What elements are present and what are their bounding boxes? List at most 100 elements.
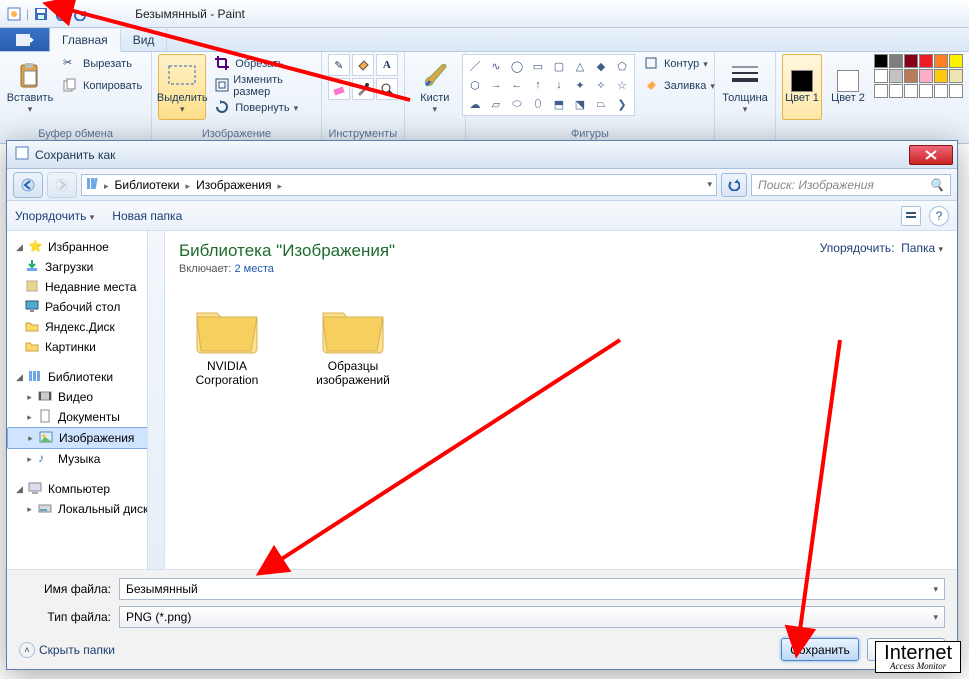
tree-documents[interactable]: ▸Документы <box>7 407 164 427</box>
tab-view[interactable]: Вид <box>121 28 168 51</box>
filetype-select[interactable]: PNG (*.png) ▾ <box>119 606 945 628</box>
shape-fill-button[interactable]: Заливка▾ <box>641 76 718 96</box>
images-icon <box>39 430 55 446</box>
tree-pictures-fav[interactable]: Картинки <box>7 337 164 357</box>
pencil-tool[interactable]: ✎ <box>328 54 350 76</box>
shape-outline-button[interactable]: Контур▾ <box>641 54 718 74</box>
color1-button[interactable]: Цвет 1 <box>782 54 822 120</box>
cut-button[interactable]: ✂Вырезать <box>60 54 145 74</box>
sort-control[interactable]: Упорядочить: Папка ▾ <box>820 241 943 255</box>
fill-tool[interactable] <box>352 54 374 76</box>
filename-value: Безымянный <box>126 582 198 596</box>
app-menu-button[interactable] <box>0 28 50 51</box>
includes-link[interactable]: 2 места <box>234 263 273 275</box>
tree-localdisk[interactable]: ▸Локальный диск <box>7 499 164 519</box>
crop-label: Обрезать <box>235 58 284 70</box>
desktop-icon <box>25 299 41 315</box>
nav-forward-button[interactable] <box>47 172 77 198</box>
thickness-button[interactable]: Толщина ▾ <box>721 54 769 120</box>
color1-swatch <box>791 70 813 92</box>
window-title: Безымянный - Paint <box>135 7 245 21</box>
select-icon <box>166 60 198 92</box>
zoom-tool[interactable] <box>376 78 398 100</box>
libraries-icon <box>28 369 44 385</box>
search-placeholder: Поиск: Изображения <box>758 178 874 192</box>
crumb-images[interactable]: Изображения <box>192 178 275 192</box>
hide-folders-link[interactable]: ˄ Скрыть папки <box>19 642 115 658</box>
folder-icon <box>317 299 389 355</box>
dialog-toolbar: Упорядочить ▾ Новая папка ? <box>7 201 957 231</box>
folder-item[interactable]: Образцы изображений <box>305 299 401 387</box>
new-folder-button[interactable]: Новая папка <box>112 209 182 223</box>
chevron-down-icon[interactable]: ▾ <box>933 612 938 623</box>
tree-music[interactable]: ▸♪Музыка <box>7 449 164 469</box>
save-button[interactable]: Сохранить <box>781 638 859 661</box>
search-icon: 🔍 <box>929 178 944 192</box>
star-icon: ⭐ <box>28 239 44 255</box>
save-icon[interactable] <box>33 6 49 22</box>
eraser-tool[interactable] <box>328 78 350 100</box>
brushes-button[interactable]: Кисти ▾ <box>411 54 459 120</box>
music-icon: ♪ <box>38 451 54 467</box>
shape-gallery[interactable]: ／∿◯▭▢△◆⬠ ⬡→←↑↓✦✧☆ ☁▱⬭⬯⬒⬔⏢❯ <box>462 54 635 116</box>
text-tool[interactable]: A <box>376 54 398 76</box>
crumb-libraries[interactable]: Библиотеки <box>111 178 184 192</box>
undo-icon[interactable] <box>53 6 69 22</box>
ribbon-group-shapes: ／∿◯▭▢△◆⬠ ⬡→←↑↓✦✧☆ ☁▱⬭⬯⬒⬔⏢❯ Контур▾ Залив… <box>466 52 715 143</box>
paste-button[interactable]: Вставить ▾ <box>6 54 54 120</box>
tree-downloads[interactable]: Загрузки <box>7 257 164 277</box>
folder-icon <box>191 299 263 355</box>
tree-computer[interactable]: ◢Компьютер <box>7 479 164 499</box>
filename-label: Имя файла: <box>19 582 119 596</box>
refresh-button[interactable] <box>721 173 747 197</box>
filename-input[interactable]: Безымянный ▾ <box>119 578 945 600</box>
tree-favorites[interactable]: ◢⭐Избранное <box>7 237 164 257</box>
tree-recent[interactable]: Недавние места <box>7 277 164 297</box>
folder-item[interactable]: NVIDIA Corporation <box>179 299 275 387</box>
watermark-line2: Access Monitor <box>884 662 952 670</box>
copy-button[interactable]: Копировать <box>60 76 145 96</box>
select-label: Выделить <box>157 92 208 104</box>
color2-button[interactable]: Цвет 2 <box>828 54 868 120</box>
organize-button[interactable]: Упорядочить ▾ <box>15 209 94 223</box>
rotate-button[interactable]: Повернуть▾ <box>212 98 315 118</box>
addr-dropdown[interactable]: ▾ <box>707 179 712 190</box>
color1-label: Цвет 1 <box>785 92 819 104</box>
view-button[interactable] <box>901 206 921 226</box>
ribbon-group-colors: Цвет 1 Цвет 2 <box>776 52 969 143</box>
tree-yadisk[interactable]: Яндекс.Диск <box>7 317 164 337</box>
qat-separator: | <box>26 7 29 21</box>
breadcrumb-bar[interactable]: Библиотеки Изображения ▾ <box>81 174 717 196</box>
paint-titlebar: | Безымянный - Paint <box>0 0 969 28</box>
fill-label: Заливка <box>664 80 706 92</box>
dialog-body: ◢⭐Избранное Загрузки Недавние места Рабо… <box>7 231 957 569</box>
color-palette[interactable] <box>874 54 963 98</box>
dialog-address-bar: Библиотеки Изображения ▾ Поиск: Изображе… <box>7 169 957 201</box>
crop-button[interactable]: Обрезать <box>212 54 315 74</box>
picker-tool[interactable] <box>352 78 374 100</box>
ribbon-group-brushes: Кисти ▾ <box>405 52 466 143</box>
nav-back-button[interactable] <box>13 172 43 198</box>
rotate-label: Повернуть <box>235 102 289 114</box>
chevron-down-icon[interactable]: ▾ <box>933 584 938 595</box>
redo-icon[interactable] <box>73 6 89 22</box>
downloads-icon <box>25 259 41 275</box>
close-button[interactable] <box>909 145 953 165</box>
resize-button[interactable]: Изменить размер <box>212 76 315 96</box>
thickness-icon <box>729 60 761 92</box>
select-button[interactable]: Выделить ▾ <box>158 54 206 120</box>
tool-grid: ✎ A <box>328 54 398 100</box>
tree-videos[interactable]: ▸Видео <box>7 387 164 407</box>
folder-icon <box>25 319 41 335</box>
video-icon <box>38 389 54 405</box>
recent-icon <box>25 279 41 295</box>
computer-icon <box>28 481 44 497</box>
ribbon-tabs: Главная Вид <box>0 28 969 52</box>
search-input[interactable]: Поиск: Изображения 🔍 <box>751 174 951 196</box>
tree-desktop[interactable]: Рабочий стол <box>7 297 164 317</box>
content-pane: Библиотека "Изображения" Включает: 2 мес… <box>165 231 957 569</box>
help-button[interactable]: ? <box>929 206 949 226</box>
tree-libraries[interactable]: ◢Библиотеки <box>7 367 164 387</box>
tree-images[interactable]: ▸Изображения <box>7 427 164 449</box>
tab-home[interactable]: Главная <box>50 29 121 52</box>
